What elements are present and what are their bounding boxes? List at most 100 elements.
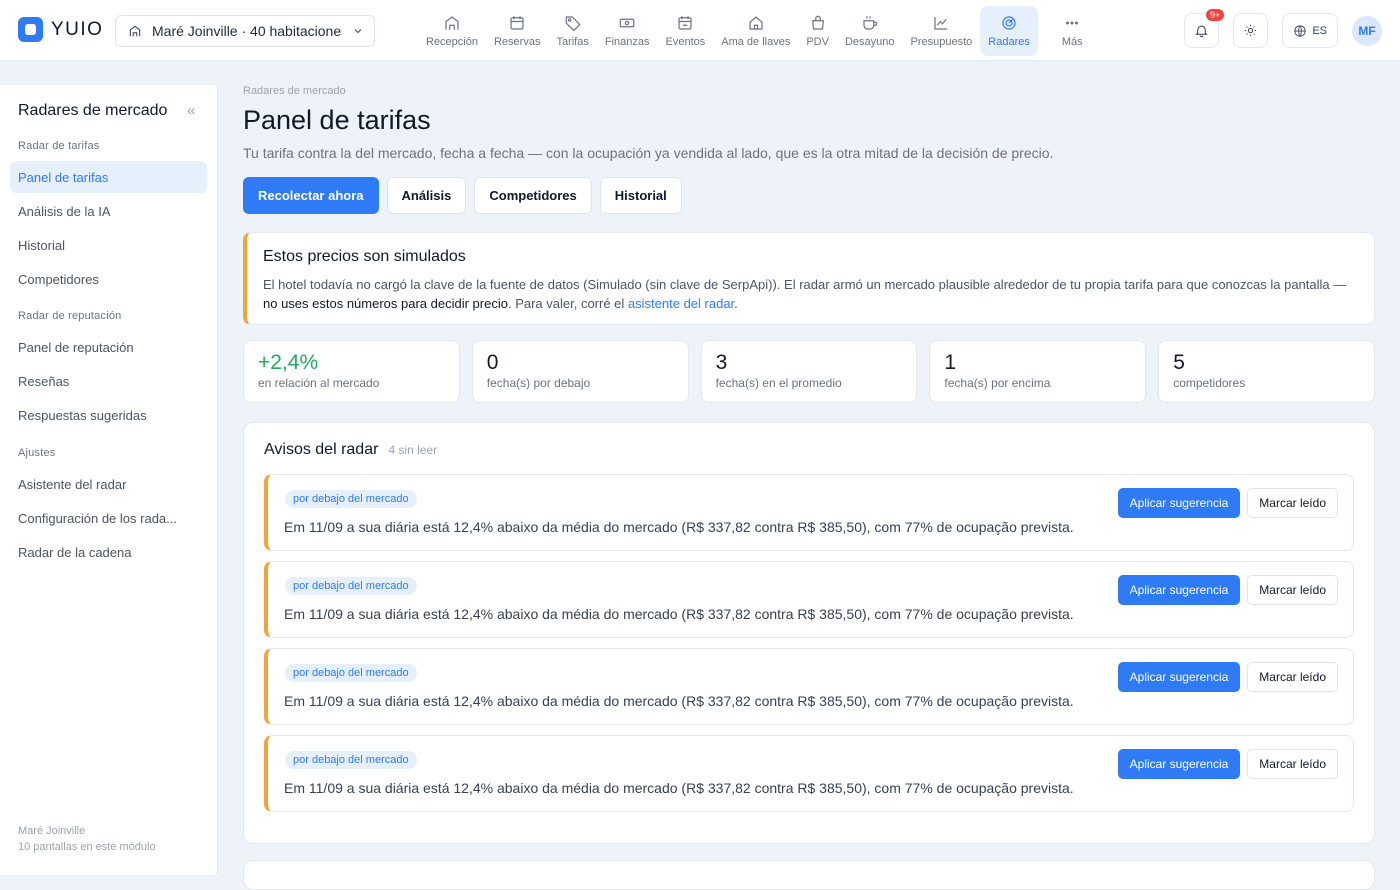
- building-icon: [445, 16, 459, 30]
- collapse-sidebar-icon[interactable]: «: [187, 102, 195, 119]
- alert-item: por debajo del mercado Em 11/09 a sua di…: [264, 474, 1354, 551]
- sidebar-group-label: Ajustes: [18, 447, 56, 459]
- alert-text: Em 11/09 a sua diária está 12,4% abaixo …: [284, 519, 1074, 535]
- house-icon: [749, 16, 763, 30]
- hotel-selector[interactable]: Maré Joinville · 40 habitaciones: [115, 15, 375, 47]
- alert-actions: Aplicar sugerencia Marcar leído: [1117, 662, 1338, 692]
- nav-item-recepcion[interactable]: Recepción: [418, 6, 486, 56]
- apply-suggestion-button[interactable]: Aplicar sugerencia: [1117, 575, 1241, 605]
- nav-item-label: Ama de llaves: [721, 36, 791, 48]
- nav-item-tarifas[interactable]: Tarifas: [548, 6, 596, 56]
- apply-suggestion-button[interactable]: Aplicar sugerencia: [1117, 662, 1241, 692]
- mark-read-button[interactable]: Marcar leído: [1247, 575, 1338, 605]
- sidebar-item-respuestas-sugeridas[interactable]: Respuestas sugeridas: [10, 399, 207, 431]
- breadcrumb[interactable]: Radares de mercado: [243, 85, 1375, 97]
- logo-icon: [18, 17, 43, 42]
- stat-card: 0 fecha(s) por debajo: [471, 340, 689, 403]
- stat-card: 5 competidores: [1158, 340, 1375, 403]
- mark-read-button[interactable]: Marcar leído: [1247, 749, 1338, 779]
- radar-alerts-card: Avisos del radar 4 sin leer por debajo d…: [243, 422, 1375, 844]
- theme-toggle-button[interactable]: [1233, 13, 1269, 48]
- stat-label: competidores: [1173, 376, 1246, 390]
- nav-item-radares[interactable]: Radares: [980, 6, 1038, 56]
- page-title: Panel de tarifas: [243, 105, 431, 135]
- calendar-icon: [510, 16, 524, 30]
- competitors-button[interactable]: Competidores: [474, 177, 592, 214]
- collect-now-button[interactable]: Recolectar ahora: [243, 177, 379, 214]
- sidebar-item-panel-de-tarifas[interactable]: Panel de tarifas: [10, 161, 207, 193]
- main-nav: Recepción Reservas Tarifas Finanzas Even…: [418, 6, 1107, 56]
- sidebar-group-label: Radar de tarifas: [18, 140, 100, 152]
- nav-item-mas[interactable]: Más: [1038, 6, 1107, 56]
- mark-read-button[interactable]: Marcar leído: [1247, 662, 1338, 692]
- sidebar-footer-hotel: Maré Joinville: [18, 825, 86, 837]
- sidebar-item-analisis-ia[interactable]: Análisis de la IA: [10, 195, 207, 227]
- sidebar-item-competidores[interactable]: Competidores: [10, 263, 207, 295]
- notifications-button[interactable]: 9+: [1184, 9, 1225, 48]
- radar-assistant-link[interactable]: asistente del radar: [628, 296, 734, 311]
- alerts-unread-count: 4 sin leer: [388, 443, 438, 457]
- sidebar-group-label: Radar de reputación: [18, 310, 122, 322]
- mark-read-button[interactable]: Marcar leído: [1247, 488, 1338, 518]
- apply-suggestion-button[interactable]: Aplicar sugerencia: [1117, 749, 1241, 779]
- radar-icon: [1002, 16, 1016, 30]
- sidebar-item-panel-de-reputacion[interactable]: Panel de reputación: [10, 331, 207, 363]
- alert-item: por debajo del mercado Em 11/09 a sua di…: [264, 561, 1354, 638]
- tag-icon: [565, 16, 581, 32]
- page-subtitle: Tu tarifa contra la del mercado, fecha a…: [243, 145, 1054, 161]
- notifications-badge: 9+: [1206, 9, 1225, 21]
- nav-item-pdv[interactable]: PDV: [798, 6, 837, 56]
- sidebar-item-radar-de-la-cadena[interactable]: Radar de la cadena: [10, 536, 207, 568]
- stat-value: 5: [1173, 351, 1185, 374]
- nav-item-ama-de-llaves[interactable]: Ama de llaves: [713, 6, 798, 56]
- alerts-title: Avisos del radar: [264, 441, 379, 458]
- sidebar-item-asistente-del-radar[interactable]: Asistente del radar: [10, 468, 207, 500]
- nav-item-reservas[interactable]: Reservas: [486, 6, 548, 56]
- sidebar-item-resenas[interactable]: Reseñas: [10, 365, 207, 397]
- history-button[interactable]: Historial: [599, 177, 682, 214]
- simulated-prices-warning: Estos precios son simulados El hotel tod…: [243, 232, 1375, 325]
- language-button[interactable]: ES: [1282, 13, 1338, 48]
- stat-label: fecha(s) por debajo: [486, 376, 591, 390]
- alerts-header: Avisos del radar 4 sin leer: [264, 441, 1354, 459]
- nav-item-presupuesto[interactable]: Presupuesto: [903, 6, 981, 56]
- app-logo[interactable]: YUIO: [18, 17, 103, 42]
- nav-item-finanzas[interactable]: Finanzas: [597, 6, 658, 56]
- nav-item-label: PDV: [806, 36, 829, 48]
- alert-item: por debajo del mercado Em 11/09 a sua di…: [264, 648, 1354, 725]
- next-section-card: [243, 860, 1375, 890]
- warning-text-end: .: [734, 296, 738, 311]
- alert-text: Em 11/09 a sua diária está 12,4% abaixo …: [284, 780, 1074, 796]
- more-icon: [1066, 21, 1079, 25]
- stat-label: en relación al mercado: [258, 376, 380, 390]
- stat-value: 1: [944, 351, 957, 374]
- warning-text-main: El hotel todavía no cargó la clave de la…: [263, 277, 1347, 292]
- bell-icon: [1195, 25, 1209, 38]
- warning-title: Estos precios son simulados: [263, 248, 466, 265]
- warning-text-strong: no uses estos números para decidir preci…: [263, 296, 508, 311]
- globe-icon: [1294, 24, 1306, 37]
- sidebar-footer-count: 10 pantallas en este módulo: [18, 841, 156, 853]
- nav-item-label: Tarifas: [556, 36, 589, 48]
- warning-text: El hotel todavía no cargó la clave de la…: [263, 275, 1358, 313]
- sidebar-item-historial[interactable]: Historial: [10, 229, 207, 261]
- alert-tag: por debajo del mercado: [285, 664, 417, 682]
- apply-suggestion-button[interactable]: Aplicar sugerencia: [1117, 488, 1241, 518]
- stat-label: fecha(s) por encima: [944, 376, 1051, 390]
- alert-text: Em 11/09 a sua diária está 12,4% abaixo …: [284, 606, 1074, 622]
- nav-item-eventos[interactable]: Eventos: [658, 6, 714, 56]
- top-right-controls: 9+ ES MF: [1184, 9, 1382, 48]
- nav-item-desayuno[interactable]: Desayuno: [837, 6, 903, 56]
- alert-actions: Aplicar sugerencia Marcar leído: [1117, 575, 1338, 605]
- money-icon: [619, 18, 635, 28]
- main-content: Radares de mercado Panel de tarifas Tu t…: [243, 85, 1375, 844]
- sidebar-item-configuracion[interactable]: Configuración de los rada...: [10, 502, 207, 534]
- sun-icon: [1245, 24, 1257, 37]
- nav-item-label: Reservas: [493, 36, 541, 48]
- analysis-button[interactable]: Análisis: [386, 177, 467, 214]
- sidebar: Radares de mercado « Radar de tarifas Pa…: [0, 85, 218, 875]
- user-avatar[interactable]: MF: [1352, 15, 1382, 46]
- stat-value: 0: [486, 351, 499, 374]
- coffee-icon: [863, 16, 878, 30]
- stat-value: 3: [715, 351, 728, 374]
